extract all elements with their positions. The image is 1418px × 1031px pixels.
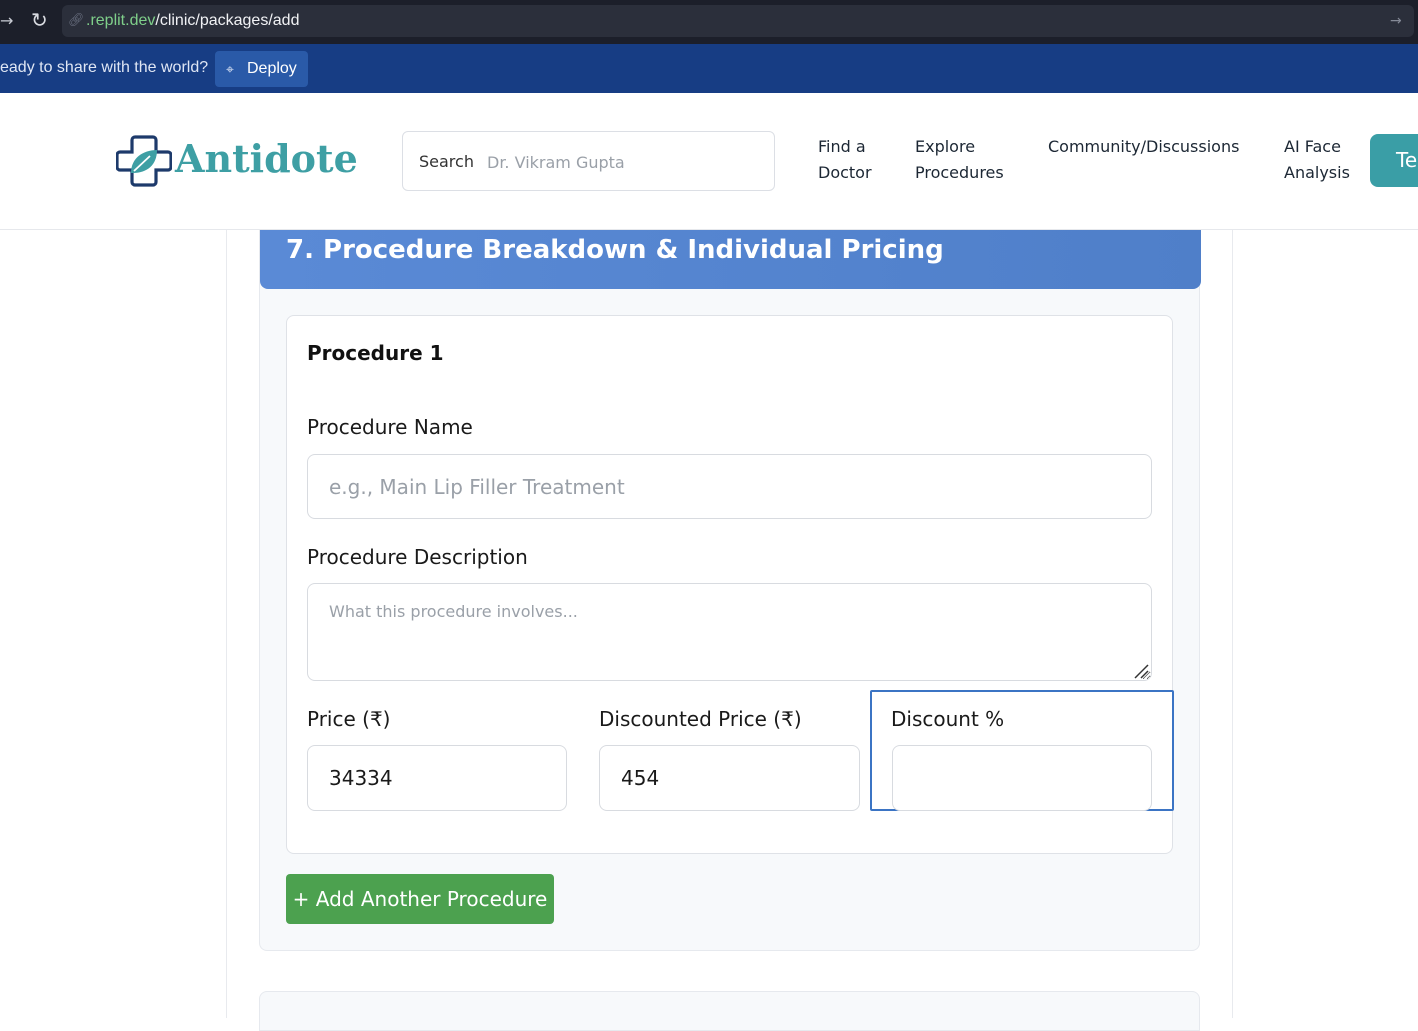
url-domain: .replit.dev <box>86 12 156 29</box>
nav-ai-face-analysis[interactable]: AI Face Analysis <box>1284 134 1364 186</box>
site-header: Antidote Search Find a Doctor Explore Pr… <box>0 93 1418 230</box>
procedure-name-label: Procedure Name <box>307 415 473 439</box>
medical-cross-leaf-icon <box>116 135 172 187</box>
deploy-button-label: Deploy <box>247 60 297 77</box>
section-title: 7. Procedure Breakdown & Individual Pric… <box>286 235 944 265</box>
nav-community[interactable]: Community/Discussions <box>1048 134 1258 160</box>
discounted-price-input[interactable] <box>599 745 860 811</box>
header-cta-button[interactable]: Te <box>1370 134 1418 187</box>
procedure-description-label: Procedure Description <box>307 545 528 569</box>
forward-arrow-icon[interactable]: → <box>0 10 14 32</box>
go-arrow-icon[interactable]: → <box>1390 10 1404 32</box>
procedure-card: Procedure 1 Procedure Name Procedure Des… <box>286 315 1174 854</box>
discount-percent-label: Discount % <box>891 707 1005 731</box>
price-input[interactable] <box>307 745 567 811</box>
logo-text: Antidote <box>175 136 358 181</box>
procedure-breakdown-section: 7. Procedure Breakdown & Individual Pric… <box>259 230 1201 951</box>
reload-icon[interactable]: ↻ <box>31 8 53 32</box>
deploy-button[interactable]: ⌖ Deploy <box>215 51 308 87</box>
deploy-banner: eady to share with the world? ⌖ Deploy <box>0 44 1418 93</box>
procedure-name-input[interactable] <box>307 454 1152 519</box>
section-header: 7. Procedure Breakdown & Individual Pric… <box>260 230 1201 289</box>
browser-toolbar: → ↻ 🔗︎ .replit.dev/clinic/packages/add → <box>0 0 1418 44</box>
search-label: Search <box>419 152 474 171</box>
nav-find-doctor[interactable]: Find a Doctor <box>818 134 888 186</box>
link-icon: 🔗︎ <box>68 13 85 28</box>
url-path: /clinic/packages/add <box>155 12 300 29</box>
procedure-heading: Procedure 1 <box>307 341 444 365</box>
resize-handle-icon[interactable] <box>1133 663 1149 679</box>
discounted-price-label: Discounted Price (₹) <box>599 707 802 731</box>
address-bar[interactable]: 🔗︎ .replit.dev/clinic/packages/add → <box>62 5 1414 37</box>
next-section <box>259 991 1200 1031</box>
search-box[interactable]: Search <box>402 131 775 191</box>
search-input[interactable] <box>487 147 757 177</box>
discount-percent-input[interactable] <box>892 745 1152 811</box>
nav-explore-procedures[interactable]: Explore Procedures <box>915 134 1025 186</box>
add-another-procedure-button[interactable]: + Add Another Procedure <box>286 874 554 924</box>
logo[interactable]: Antidote <box>116 133 358 189</box>
deploy-icon: ⌖ <box>226 61 234 77</box>
procedure-description-input[interactable] <box>307 583 1152 681</box>
price-label: Price (₹) <box>307 707 391 731</box>
deploy-message: eady to share with the world? <box>0 59 209 76</box>
url-text[interactable]: .replit.dev/clinic/packages/add <box>86 10 299 32</box>
content-area: 7. Procedure Breakdown & Individual Pric… <box>0 230 1418 1031</box>
